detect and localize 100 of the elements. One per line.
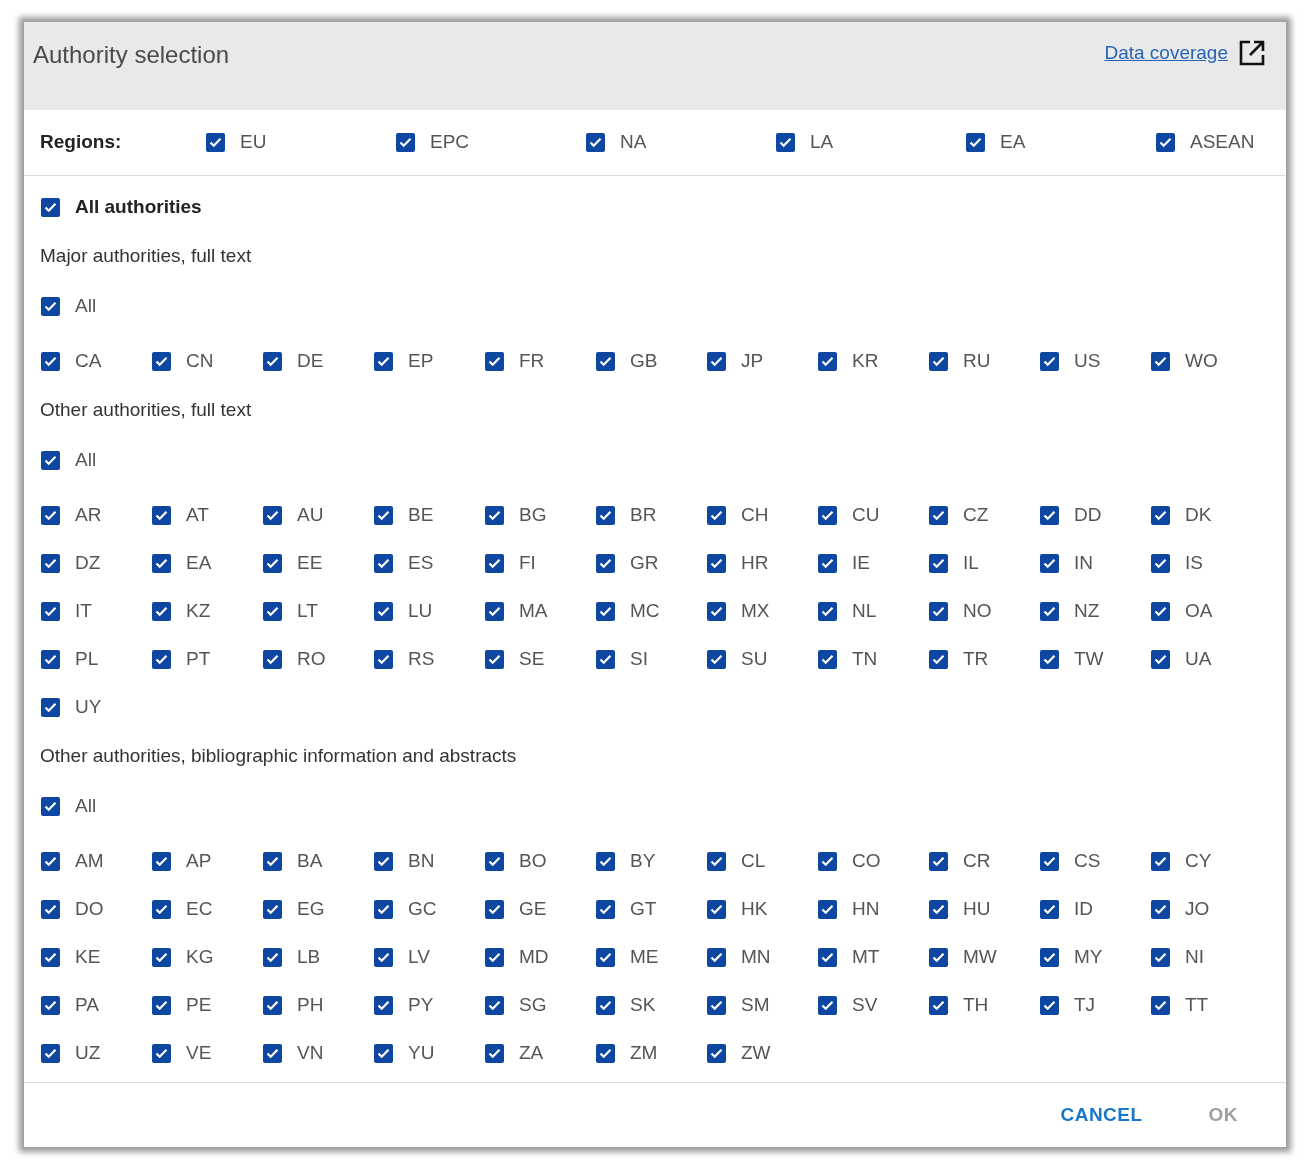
- checkbox[interactable]: [485, 505, 504, 525]
- checkbox[interactable]: [707, 553, 726, 573]
- checkbox[interactable]: [596, 851, 615, 871]
- checkbox[interactable]: [152, 995, 171, 1015]
- checkbox[interactable]: [929, 851, 948, 871]
- checkbox[interactable]: [818, 899, 837, 919]
- checkbox[interactable]: [485, 351, 504, 371]
- checkbox[interactable]: [263, 851, 282, 871]
- checkbox[interactable]: [707, 649, 726, 669]
- checkbox[interactable]: [966, 133, 985, 152]
- checkbox[interactable]: [1040, 505, 1059, 525]
- checkbox[interactable]: [818, 851, 837, 871]
- checkbox[interactable]: [485, 649, 504, 669]
- checkbox[interactable]: [1040, 947, 1059, 967]
- checkbox[interactable]: [374, 601, 393, 621]
- checkbox[interactable]: [818, 649, 837, 669]
- checkbox[interactable]: [152, 601, 171, 621]
- checkbox[interactable]: [707, 505, 726, 525]
- checkbox[interactable]: [1151, 505, 1170, 525]
- checkbox[interactable]: [263, 649, 282, 669]
- checkbox[interactable]: [596, 505, 615, 525]
- checkbox[interactable]: [374, 851, 393, 871]
- checkbox[interactable]: [374, 351, 393, 371]
- checkbox[interactable]: [41, 697, 60, 717]
- checkbox[interactable]: [707, 995, 726, 1015]
- checkbox[interactable]: [485, 1043, 504, 1063]
- checkbox[interactable]: [707, 851, 726, 871]
- checkbox[interactable]: [263, 995, 282, 1015]
- external-link-icon[interactable]: [1238, 39, 1266, 68]
- checkbox[interactable]: [1151, 899, 1170, 919]
- checkbox[interactable]: [485, 995, 504, 1015]
- checkbox[interactable]: [1040, 995, 1059, 1015]
- checkbox[interactable]: [263, 1043, 282, 1063]
- checkbox[interactable]: [707, 601, 726, 621]
- checkbox[interactable]: [485, 899, 504, 919]
- checkbox[interactable]: [152, 649, 171, 669]
- checkbox[interactable]: [1040, 553, 1059, 573]
- checkbox[interactable]: [152, 505, 171, 525]
- checkbox[interactable]: [152, 1043, 171, 1063]
- checkbox[interactable]: [374, 553, 393, 573]
- checkbox[interactable]: [263, 505, 282, 525]
- checkbox[interactable]: [596, 899, 615, 919]
- checkbox[interactable]: [596, 553, 615, 573]
- checkbox[interactable]: [152, 899, 171, 919]
- checkbox[interactable]: [41, 796, 60, 816]
- checkbox[interactable]: [1040, 649, 1059, 669]
- checkbox[interactable]: [263, 553, 282, 573]
- checkbox[interactable]: [41, 1043, 60, 1063]
- checkbox[interactable]: [485, 553, 504, 573]
- checkbox[interactable]: [776, 133, 795, 152]
- checkbox[interactable]: [41, 947, 60, 967]
- checkbox[interactable]: [596, 1043, 615, 1063]
- checkbox[interactable]: [374, 995, 393, 1015]
- checkbox[interactable]: [485, 851, 504, 871]
- checkbox[interactable]: [152, 947, 171, 967]
- checkbox[interactable]: [374, 899, 393, 919]
- checkbox[interactable]: [1151, 601, 1170, 621]
- checkbox[interactable]: [818, 505, 837, 525]
- checkbox[interactable]: [929, 649, 948, 669]
- checkbox[interactable]: [374, 1043, 393, 1063]
- checkbox[interactable]: [929, 351, 948, 371]
- checkbox[interactable]: [707, 351, 726, 371]
- checkbox[interactable]: [929, 995, 948, 1015]
- checkbox[interactable]: [396, 133, 415, 152]
- checkbox[interactable]: [374, 505, 393, 525]
- checkbox[interactable]: [818, 947, 837, 967]
- checkbox[interactable]: [1151, 995, 1170, 1015]
- checkbox[interactable]: [152, 851, 171, 871]
- checkbox[interactable]: [41, 899, 60, 919]
- checkbox[interactable]: [41, 995, 60, 1015]
- checkbox[interactable]: [818, 601, 837, 621]
- checkbox[interactable]: [263, 601, 282, 621]
- checkbox[interactable]: [596, 995, 615, 1015]
- checkbox[interactable]: [707, 947, 726, 967]
- checkbox[interactable]: [263, 351, 282, 371]
- checkbox[interactable]: [263, 899, 282, 919]
- checkbox[interactable]: [1151, 351, 1170, 371]
- checkbox[interactable]: [374, 649, 393, 669]
- checkbox[interactable]: [1040, 601, 1059, 621]
- checkbox[interactable]: [41, 601, 60, 621]
- checkbox[interactable]: [1151, 649, 1170, 669]
- checkbox[interactable]: [586, 133, 605, 152]
- checkbox[interactable]: [152, 553, 171, 573]
- checkbox[interactable]: [263, 947, 282, 967]
- checkbox[interactable]: [1040, 851, 1059, 871]
- checkbox[interactable]: [1040, 351, 1059, 371]
- checkbox[interactable]: [1151, 947, 1170, 967]
- checkbox[interactable]: [818, 553, 837, 573]
- checkbox[interactable]: [41, 553, 60, 573]
- checkbox[interactable]: [1151, 553, 1170, 573]
- checkbox[interactable]: [206, 133, 225, 152]
- checkbox[interactable]: [485, 601, 504, 621]
- checkbox[interactable]: [152, 351, 171, 371]
- checkbox[interactable]: [929, 505, 948, 525]
- checkbox[interactable]: [596, 649, 615, 669]
- checkbox[interactable]: [929, 553, 948, 573]
- checkbox[interactable]: [41, 649, 60, 669]
- checkbox[interactable]: [707, 899, 726, 919]
- checkbox[interactable]: [929, 601, 948, 621]
- checkbox[interactable]: [929, 899, 948, 919]
